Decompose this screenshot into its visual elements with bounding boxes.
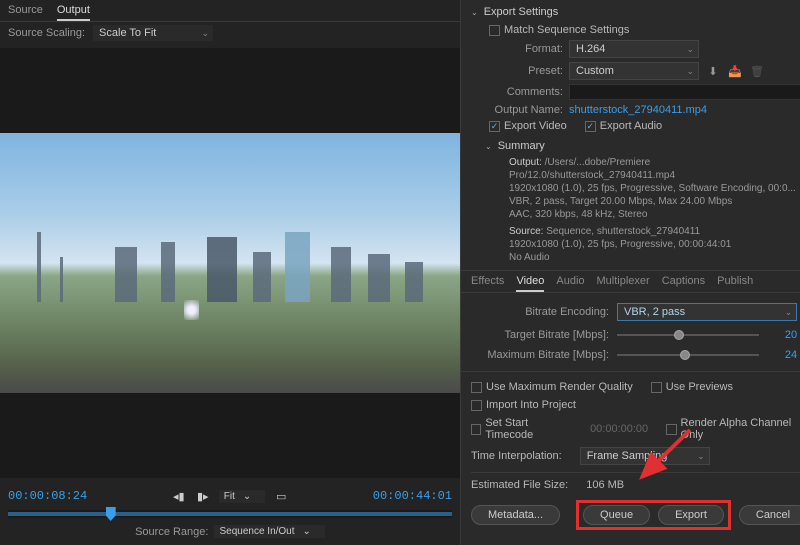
bitrate-encoding-label: Bitrate Encoding:	[481, 306, 609, 318]
preset-label: Preset:	[489, 65, 563, 77]
settings-tabs: Effects Video Audio Multiplexer Captions…	[461, 271, 800, 292]
tab-video[interactable]: Video	[516, 275, 544, 292]
chevron-down-icon: ⌄	[471, 8, 478, 17]
timeline[interactable]	[8, 510, 452, 518]
import-preset-icon[interactable]: 📥	[727, 63, 743, 79]
max-render-quality-checkbox[interactable]: Use Maximum Render Quality	[471, 381, 633, 393]
comments-input[interactable]	[569, 84, 800, 100]
tab-captions[interactable]: Captions	[662, 275, 705, 292]
preview-canvas	[0, 133, 460, 393]
export-settings-header[interactable]: ⌄ Export Settings	[471, 6, 800, 18]
target-bitrate-label: Target Bitrate [Mbps]:	[481, 329, 609, 341]
set-start-timecode-checkbox[interactable]: Set Start Timecode	[471, 417, 572, 441]
preview-tabs: Source Output	[0, 0, 460, 22]
tab-publish[interactable]: Publish	[717, 275, 753, 292]
tab-audio[interactable]: Audio	[556, 275, 584, 292]
tab-multiplexer[interactable]: Multiplexer	[597, 275, 650, 292]
source-range-label: Source Range:	[135, 526, 208, 538]
save-preset-icon[interactable]: ⬇	[705, 63, 721, 79]
timecode-total: 00:00:44:01	[373, 489, 452, 503]
comments-label: Comments:	[489, 86, 563, 98]
export-video-checkbox[interactable]: ✓Export Video	[489, 120, 567, 132]
estimated-size-value: 106 MB	[586, 479, 624, 491]
tab-effects[interactable]: Effects	[471, 275, 504, 292]
bitrate-encoding-select[interactable]: VBR, 2 pass⌄	[617, 303, 797, 321]
tab-output[interactable]: Output	[57, 4, 90, 21]
source-scaling-select[interactable]: Scale To Fit⌄	[93, 25, 213, 41]
export-audio-checkbox[interactable]: ✓Export Audio	[585, 120, 662, 132]
target-bitrate-value[interactable]: 20	[767, 329, 797, 341]
source-range-select[interactable]: Sequence In/Out⌄	[214, 525, 324, 538]
step-back-icon[interactable]: ◂▮	[171, 489, 187, 503]
format-label: Format:	[489, 43, 563, 55]
delete-preset-icon[interactable]: 🗑	[749, 63, 765, 79]
metadata-button[interactable]: Metadata...	[471, 505, 560, 525]
queue-button[interactable]: Queue	[583, 505, 650, 525]
max-bitrate-slider[interactable]	[617, 354, 759, 356]
output-name-label: Output Name:	[489, 104, 563, 116]
max-bitrate-label: Maximum Bitrate [Mbps]:	[481, 349, 609, 361]
annotation-highlight: Queue Export	[576, 500, 731, 530]
chevron-down-icon: ⌄	[485, 142, 492, 151]
summary-output: Output: /Users/...dobe/Premiere Pro/12.0…	[509, 156, 800, 221]
summary-header[interactable]: ⌄ Summary	[485, 140, 800, 152]
start-timecode-value[interactable]: 00:00:00:00	[590, 423, 648, 435]
render-alpha-checkbox[interactable]: Render Alpha Channel Only	[666, 417, 800, 441]
step-fwd-icon[interactable]: ▮▸	[195, 489, 211, 503]
source-scaling-label: Source Scaling:	[8, 27, 85, 39]
playhead[interactable]	[106, 507, 116, 521]
export-button[interactable]: Export	[658, 505, 724, 525]
cancel-button[interactable]: Cancel	[739, 505, 800, 525]
zoom-fit-select[interactable]: Fit⌄	[219, 490, 266, 503]
target-bitrate-slider[interactable]	[617, 334, 759, 336]
tab-source[interactable]: Source	[8, 4, 43, 21]
time-interpolation-label: Time Interpolation:	[471, 450, 562, 462]
output-name-link[interactable]: shutterstock_27940411.mp4	[569, 104, 707, 116]
import-into-project-checkbox[interactable]: Import Into Project	[471, 399, 576, 411]
summary-source: Source: Sequence, shutterstock_27940411 …	[509, 225, 800, 264]
time-interpolation-select[interactable]: Frame Sampling⌄	[580, 447, 710, 465]
format-select[interactable]: H.264⌄	[569, 40, 699, 58]
estimated-size-label: Estimated File Size:	[471, 479, 568, 491]
preset-select[interactable]: Custom⌄	[569, 62, 699, 80]
crop-icon[interactable]: ▭	[273, 489, 289, 503]
timecode-current[interactable]: 00:00:08:24	[8, 489, 87, 503]
use-previews-checkbox[interactable]: Use Previews	[651, 381, 733, 393]
max-bitrate-value[interactable]: 24	[767, 349, 797, 361]
match-sequence-checkbox[interactable]: Match Sequence Settings	[489, 24, 629, 36]
